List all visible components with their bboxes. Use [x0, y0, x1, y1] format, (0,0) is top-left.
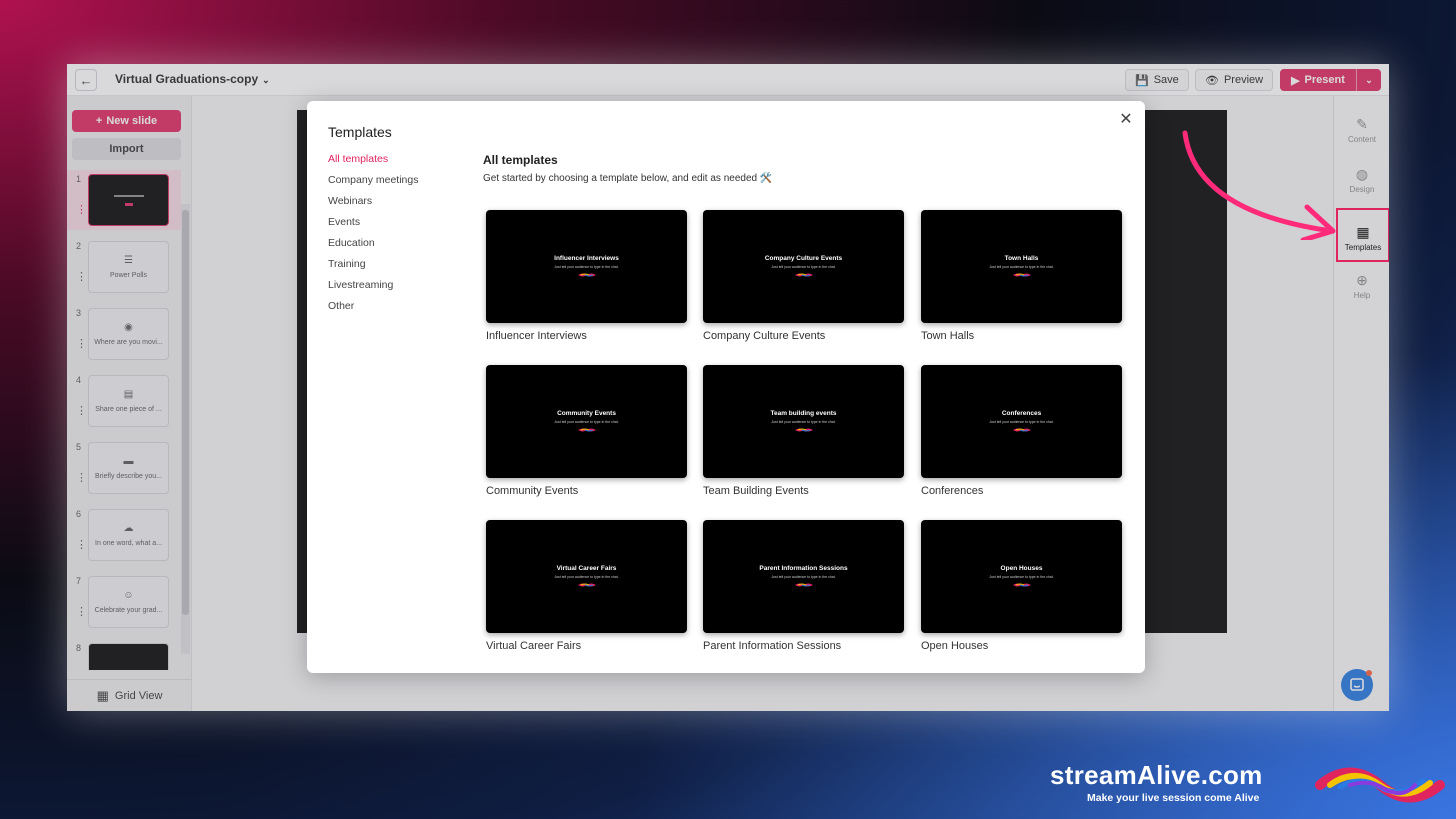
- template-card[interactable]: Virtual Career Fairs Just tell your audi…: [486, 520, 687, 652]
- template-card[interactable]: Conferences Just tell your audience to t…: [921, 365, 1122, 497]
- close-icon[interactable]: ✕: [1117, 111, 1135, 129]
- template-card[interactable]: Influencer Interviews Just tell your aud…: [486, 210, 687, 342]
- brand-tagline: Make your live session come Alive: [1087, 792, 1260, 804]
- streamalive-logo-icon: [794, 428, 813, 432]
- section-title: All templates: [483, 153, 558, 167]
- section-subtitle: Get started by choosing a template below…: [483, 173, 773, 184]
- streamalive-logo-icon: [577, 428, 596, 432]
- template-card[interactable]: Town Halls Just tell your audience to ty…: [921, 210, 1122, 342]
- template-thumbnail: Company Culture Events Just tell your au…: [703, 210, 904, 323]
- streamalive-logo-icon: [794, 273, 813, 277]
- modal-title: Templates: [328, 124, 392, 140]
- template-card[interactable]: Open Houses Just tell your audience to t…: [921, 520, 1122, 652]
- streamalive-wave-logo-icon: [1315, 767, 1445, 803]
- template-thumbnail: Parent Information Sessions Just tell yo…: [703, 520, 904, 633]
- template-grid: Influencer Interviews Just tell your aud…: [486, 210, 1122, 665]
- category-livestreaming[interactable]: Livestreaming: [328, 279, 418, 300]
- template-card[interactable]: Team building events Just tell your audi…: [703, 365, 904, 497]
- streamalive-logo-icon: [1012, 273, 1031, 277]
- template-card[interactable]: Parent Information Sessions Just tell yo…: [703, 520, 904, 652]
- template-card[interactable]: Company Culture Events Just tell your au…: [703, 210, 904, 342]
- template-thumbnail: Team building events Just tell your audi…: [703, 365, 904, 478]
- streamalive-logo-icon: [794, 583, 813, 587]
- template-thumbnail: Conferences Just tell your audience to t…: [921, 365, 1122, 478]
- streamalive-logo-icon: [577, 583, 596, 587]
- brand-name: streamAlive.com: [1050, 760, 1263, 790]
- category-other[interactable]: Other: [328, 300, 418, 321]
- streamalive-logo-icon: [1012, 583, 1031, 587]
- template-thumbnail: Open Houses Just tell your audience to t…: [921, 520, 1122, 633]
- category-webinars[interactable]: Webinars: [328, 195, 418, 216]
- template-thumbnail: Influencer Interviews Just tell your aud…: [486, 210, 687, 323]
- brand-footer: streamAlive.com Make your live session c…: [1050, 760, 1263, 804]
- category-events[interactable]: Events: [328, 216, 418, 237]
- template-thumbnail: Community Events Just tell your audience…: [486, 365, 687, 478]
- category-list: All templates Company meetings Webinars …: [328, 153, 418, 321]
- category-training[interactable]: Training: [328, 258, 418, 279]
- templates-modal: Templates ✕ All templates Company meetin…: [307, 101, 1145, 673]
- template-card[interactable]: Community Events Just tell your audience…: [486, 365, 687, 497]
- streamalive-logo-icon: [577, 273, 596, 277]
- streamalive-logo-icon: [1012, 428, 1031, 432]
- annotation-arrow-icon: [1182, 130, 1336, 240]
- template-thumbnail: Virtual Career Fairs Just tell your audi…: [486, 520, 687, 633]
- category-all-templates[interactable]: All templates: [328, 153, 418, 174]
- category-education[interactable]: Education: [328, 237, 418, 258]
- template-thumbnail: Town Halls Just tell your audience to ty…: [921, 210, 1122, 323]
- category-company-meetings[interactable]: Company meetings: [328, 174, 418, 195]
